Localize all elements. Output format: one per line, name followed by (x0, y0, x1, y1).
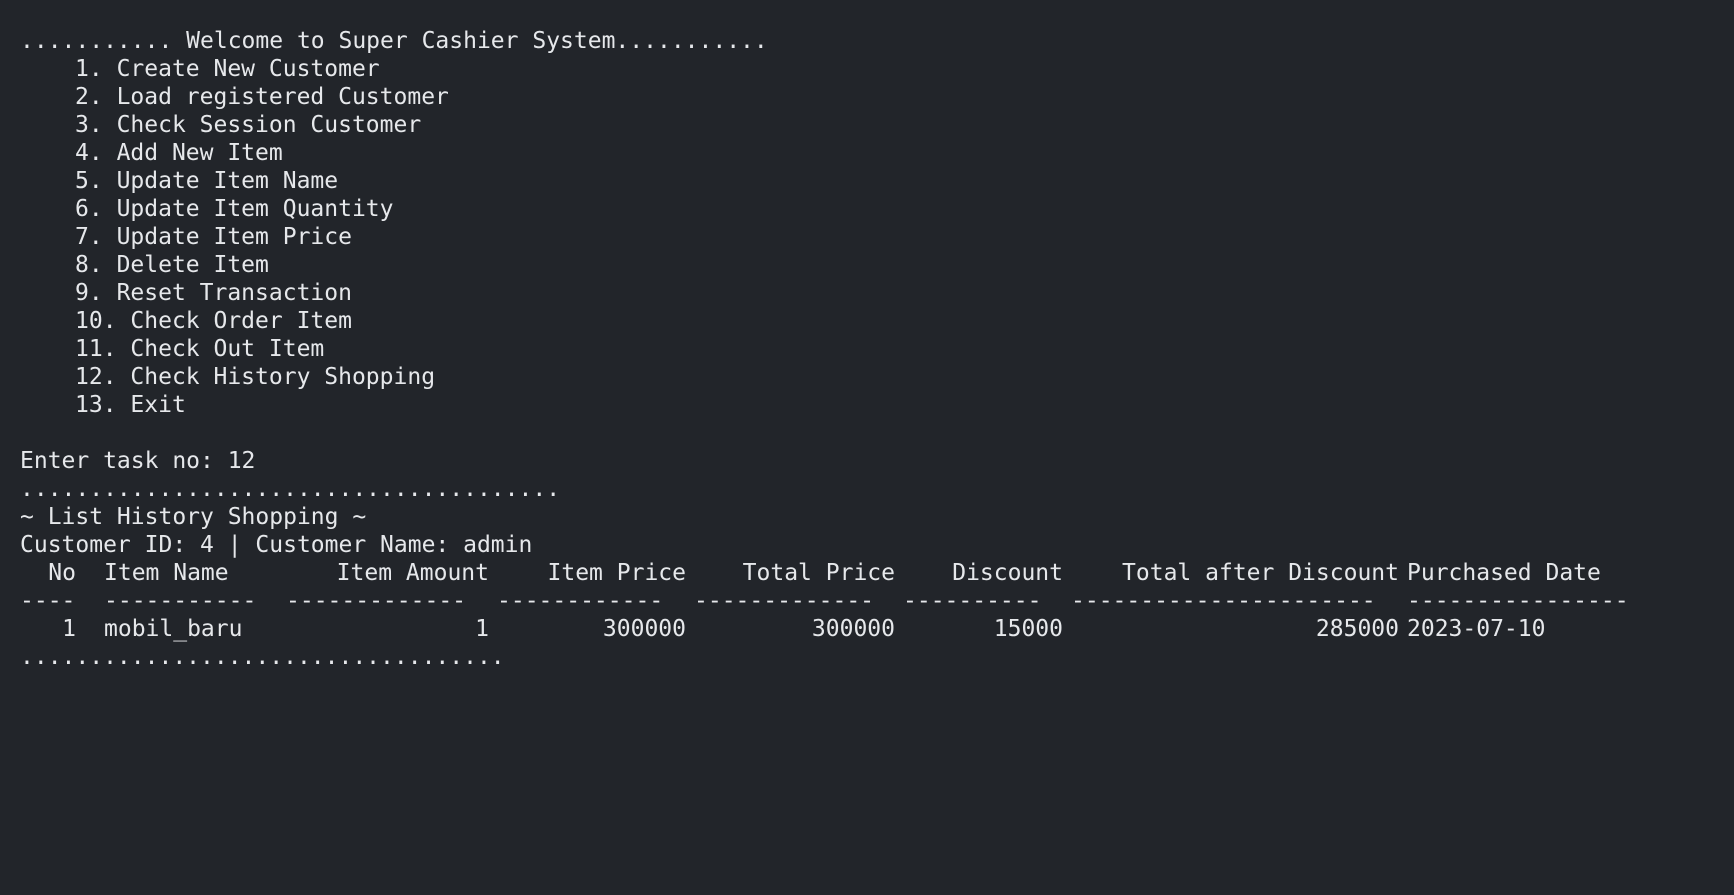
menu-item-delete-item: 8. Delete Item (75, 252, 269, 278)
history-table: No Item Name Item Amount Item Price Tota… (20, 559, 1720, 643)
table-header-row: No Item Name Item Amount Item Price Tota… (20, 559, 1720, 587)
cell-no: 1 (62, 616, 76, 642)
menu-item-update-quantity: 6. Update Item Quantity (75, 196, 394, 222)
col-header-total-price: Total Price (742, 560, 895, 586)
rule-total-after-discount: ---------------------- (1071, 588, 1376, 614)
menu-item-check-session: 3. Check Session Customer (75, 112, 422, 138)
cell-item-name: mobil_baru (104, 616, 243, 642)
col-header-no: No (48, 560, 76, 586)
menu-item-update-price: 7. Update Item Price (75, 224, 352, 250)
col-header-item-name: Item Name (104, 560, 229, 586)
col-header-total-after-discount: Total after Discount (1122, 560, 1399, 586)
rule-discount: ---------- (903, 588, 1042, 614)
cell-purchased-date: 2023-07-10 (1407, 616, 1546, 642)
menu-item-load-customer: 2. Load registered Customer (75, 84, 449, 110)
menu-item-check-order: 10. Check Order Item (75, 308, 352, 334)
welcome-banner: ........... Welcome to Super Cashier Sys… (20, 28, 768, 54)
cell-discount: 15000 (993, 616, 1063, 642)
menu-item-check-history: 12. Check History Shopping (75, 364, 436, 390)
terminal-output: ........... Welcome to Super Cashier Sys… (20, 27, 1720, 677)
menu-item-exit: 13. Exit (75, 392, 186, 418)
history-title: ~ List History Shopping ~ (20, 504, 367, 530)
menu-item-reset-transaction: 9. Reset Transaction (75, 280, 352, 306)
col-header-discount: Discount (952, 560, 1063, 586)
table-rule-row: ---- ----------- ------------- ---------… (20, 587, 1720, 615)
rule-no: ---- (20, 588, 76, 614)
table-row: 1 mobil_baru 1 300000 300000 15000 28500… (20, 615, 1720, 643)
separator-bottom: ................................... (20, 644, 505, 670)
col-header-item-amount: Item Amount (336, 560, 489, 586)
cell-total-after-discount: 285000 (1315, 616, 1399, 642)
rule-item-name: ----------- (104, 588, 257, 614)
col-header-purchased-date: Purchased Date (1407, 560, 1601, 586)
menu-item-check-out: 11. Check Out Item (75, 336, 325, 362)
cell-item-amount: 1 (475, 616, 489, 642)
separator-top: ....................................... (20, 476, 561, 502)
cell-item-price: 300000 (602, 616, 686, 642)
menu-item-update-name: 5. Update Item Name (75, 168, 339, 194)
customer-info: Customer ID: 4 | Customer Name: admin (20, 532, 533, 558)
col-header-item-price: Item Price (547, 560, 686, 586)
rule-item-amount: ------------- (286, 588, 467, 614)
menu-item-create-customer: 1. Create New Customer (75, 56, 380, 82)
rule-total-price: ------------- (694, 588, 875, 614)
menu-item-add-item: 4. Add New Item (75, 140, 283, 166)
rule-item-price: ------------ (497, 588, 664, 614)
task-prompt[interactable]: Enter task no: 12 (20, 447, 1720, 475)
rule-purchased-date: ---------------- (1407, 588, 1629, 614)
cell-total-price: 300000 (811, 616, 895, 642)
main-menu: 1. Create New Customer 2. Load registere… (20, 55, 1720, 419)
